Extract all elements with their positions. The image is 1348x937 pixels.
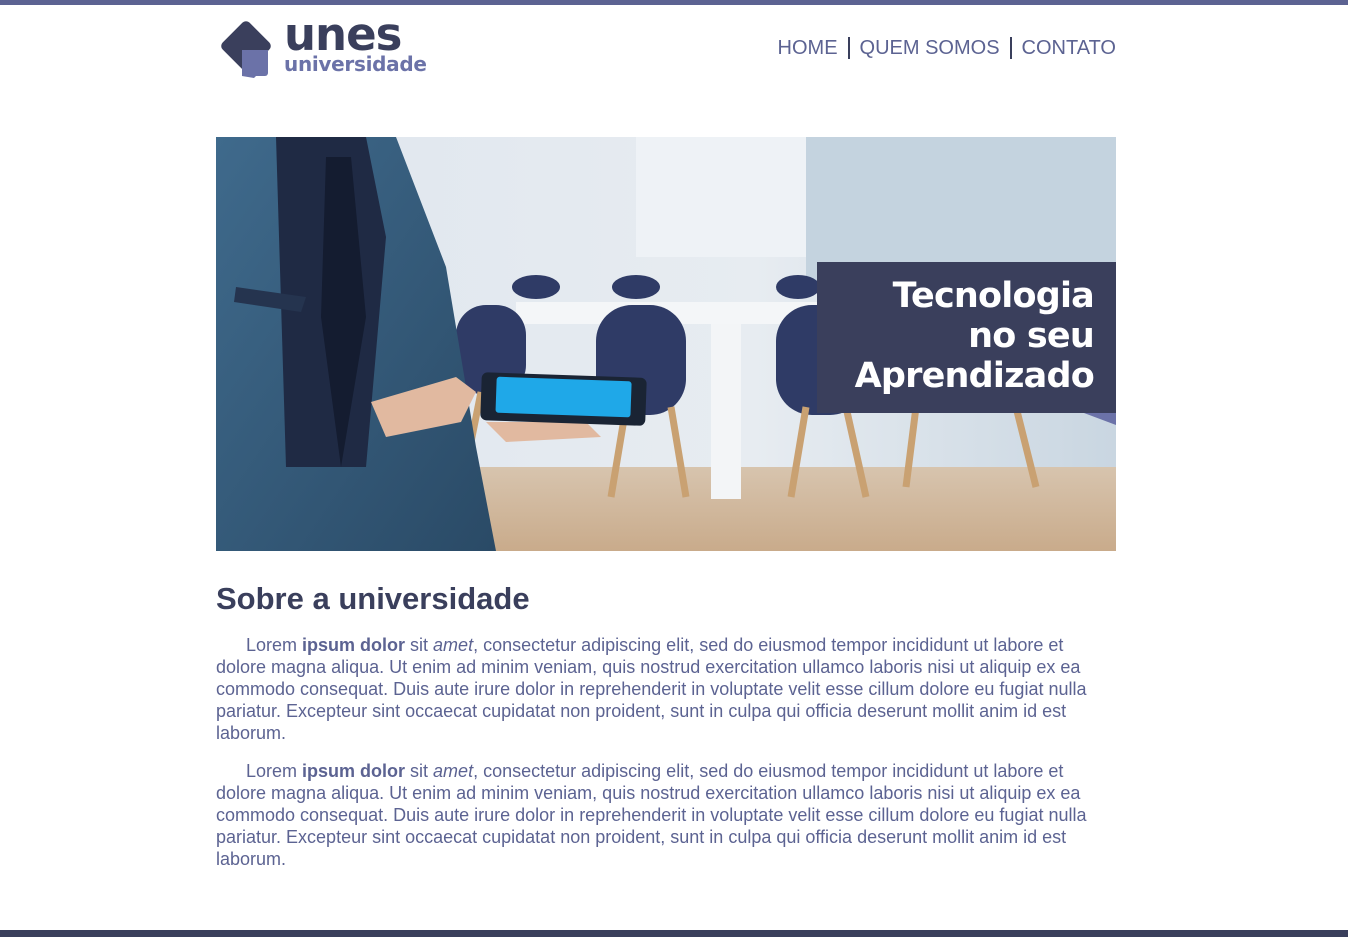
nav-quem-somos-link[interactable]: QUEM SOMOS [860, 36, 1000, 60]
logo-subtitle: universidade [284, 52, 427, 76]
nav-contato-link[interactable]: CONTATO [1022, 36, 1116, 60]
footer-bar [0, 930, 1348, 937]
about-paragraph-2: Lorem ipsum dolor sit amet, consectetur … [216, 760, 1116, 870]
nav-divider [1009, 37, 1012, 59]
hero-banner: Tecnologia no seu Aprendizado [216, 137, 1116, 551]
logo-diamond-icon [221, 21, 271, 78]
logo-link[interactable]: unes universidade [216, 12, 436, 82]
paragraph-italic: amet [433, 761, 474, 781]
banner-caption-line-3: Aprendizado [854, 356, 1095, 396]
paragraph-mid: sit [405, 761, 434, 781]
paragraph-lead: Lorem [246, 635, 303, 655]
banner-caption-line-2: no seu [968, 316, 1095, 356]
paragraph-mid: sit [405, 635, 434, 655]
banner-caption-box: Tecnologia no seu Aprendizado [817, 262, 1116, 413]
banner-caption-line-1: Tecnologia [892, 276, 1095, 316]
banner-caption-accent [1084, 413, 1116, 425]
paragraph-bold: ipsum dolor [302, 761, 406, 781]
top-accent-bar [0, 0, 1348, 5]
logo-wordmark: unes [284, 8, 402, 61]
nav-divider [847, 37, 850, 59]
paragraph-italic: amet [433, 635, 474, 655]
paragraph-bold: ipsum dolor [302, 635, 406, 655]
site-header: unes universidade HOME QUEM SOMOS CONTAT… [216, 12, 1116, 82]
banner-caption-text: Tecnologia no seu Aprendizado [854, 276, 1095, 396]
about-heading: Sobre a universidade [216, 581, 530, 616]
nav-home-link[interactable]: HOME [778, 36, 838, 60]
paragraph-lead: Lorem [246, 761, 303, 781]
main-nav: HOME QUEM SOMOS CONTATO [778, 36, 1116, 60]
about-paragraph-1: Lorem ipsum dolor sit amet, consectetur … [216, 634, 1116, 744]
